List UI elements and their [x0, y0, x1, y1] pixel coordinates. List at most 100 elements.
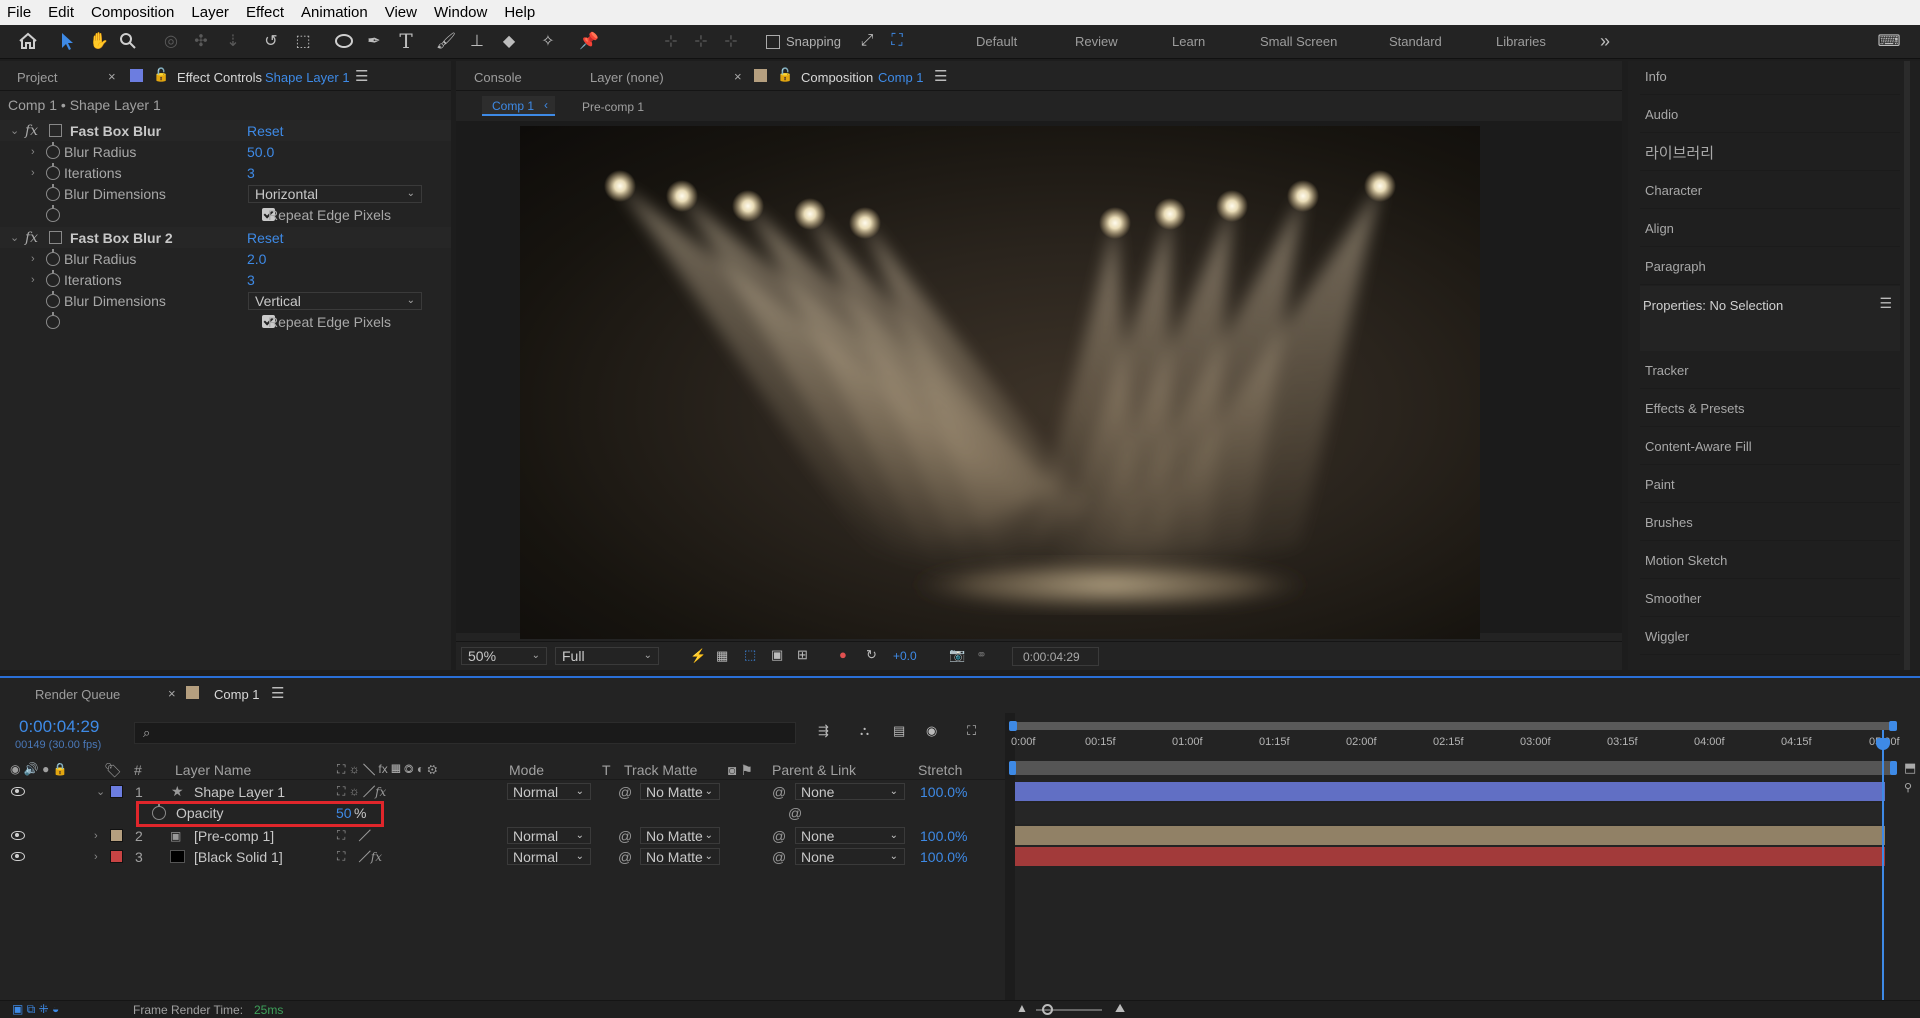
layer-duration-bar[interactable] [1015, 847, 1885, 866]
view-axis-icon[interactable]: ⊹ [720, 30, 742, 52]
fx-icon[interactable]: fx [25, 123, 38, 139]
parent-dropdown[interactable]: None ⌄ [795, 827, 905, 844]
menu-help[interactable]: Help [497, 4, 545, 21]
layer-mode-dropdown[interactable]: Normal ⌄ [507, 848, 591, 865]
property-value[interactable]: 3 [247, 272, 255, 288]
panel-smoother[interactable]: Smoother [1640, 580, 1900, 617]
property-value[interactable]: 50.0 [247, 144, 274, 160]
breadcrumb-comp-1[interactable]: Comp 1 ‹ [482, 96, 555, 116]
blur-dimensions-dropdown[interactable]: Horizontal ⌄ [248, 185, 422, 203]
roto-brush-tool-icon[interactable]: ✧ [537, 30, 559, 52]
ellipse-tool-icon[interactable] [333, 30, 355, 52]
layer-row[interactable]: › 3 [Black Solid 1] ⛶ ╱ fx Normal ⌄ @ No … [0, 846, 1000, 867]
resolution-dropdown[interactable]: Full ⌄ [555, 647, 659, 665]
panel-character[interactable]: Character [1640, 172, 1900, 209]
channels-icon[interactable]: ● [839, 647, 847, 662]
fx-icon[interactable]: fx [25, 230, 38, 246]
reset-link[interactable]: Reset [247, 123, 284, 139]
pen-tool-icon[interactable]: ✒ [363, 30, 385, 52]
tab-render-queue[interactable]: Render Queue [35, 687, 120, 702]
hand-tool-icon[interactable]: ✋ [88, 30, 110, 52]
type-tool-icon[interactable]: T [395, 29, 417, 53]
comp-marker-bin-icon[interactable]: ⬒ [1904, 760, 1916, 776]
menu-view[interactable]: View [378, 4, 427, 21]
panel-paint[interactable]: Paint [1640, 466, 1900, 503]
panel-menu-icon[interactable]: ☰ [934, 67, 947, 85]
zoom-tool-icon[interactable] [117, 30, 139, 52]
panel-effects-presets[interactable]: Effects & Presets [1640, 390, 1900, 427]
pan-behind-tool-icon[interactable]: ⬚ [292, 30, 314, 52]
composition-mini-flowchart-icon[interactable]: ⇶ [818, 723, 829, 739]
parent-dropdown[interactable]: None ⌄ [795, 848, 905, 865]
chevron-down-icon[interactable]: ⌄ [10, 231, 19, 244]
layer-duration-bar[interactable] [1015, 826, 1885, 845]
workspace-libraries[interactable]: Libraries [1496, 34, 1546, 49]
menu-effect[interactable]: Effect [239, 4, 294, 21]
parent-dropdown[interactable]: None ⌄ [795, 783, 905, 800]
layer-mode-dropdown[interactable]: Normal ⌄ [507, 783, 591, 800]
work-area-end-handle[interactable] [1889, 721, 1897, 731]
dolly-camera-icon[interactable]: ⇣ [222, 30, 244, 52]
pan-camera-icon[interactable]: ✣ [190, 30, 212, 52]
layer-row[interactable]: ⌄ 1 ★ Shape Layer 1 ⛶ ☼ ╱ fx Normal ⌄ @ N… [0, 781, 1000, 802]
toggle-layer-switches-icon[interactable]: ▣ ⧉ ⁜ ◒ [12, 1002, 59, 1017]
local-axis-icon[interactable]: ⊹ [660, 30, 682, 52]
snapshot-icon[interactable]: 📷 [949, 647, 965, 663]
show-snapshot-icon[interactable]: ⚭ [976, 647, 987, 663]
layer-switches[interactable]: ⛶ ╱ fx [337, 846, 382, 867]
viewer-timecode[interactable]: 0:00:04:29 [1012, 647, 1099, 666]
current-time-display[interactable]: 0:00:04:29 [19, 717, 99, 737]
menu-file[interactable]: File [0, 4, 41, 21]
layer-label-color[interactable] [110, 825, 123, 846]
more-workspaces-icon[interactable]: » [1594, 30, 1616, 52]
layer-chevron-right-icon[interactable]: › [94, 846, 98, 867]
mask-visibility-icon[interactable]: ⬚ [744, 647, 756, 663]
region-of-interest-icon[interactable]: ▣ [771, 647, 783, 663]
orbit-camera-icon[interactable]: ◎ [160, 30, 182, 52]
layer-name[interactable]: [Black Solid 1] [194, 846, 283, 867]
stopwatch-icon[interactable] [46, 269, 60, 287]
stopwatch-icon[interactable] [46, 162, 60, 180]
tab-project[interactable]: Project [17, 70, 57, 85]
time-navigator-bar[interactable] [1009, 761, 1897, 775]
work-area-start-handle[interactable] [1009, 721, 1017, 731]
layer-name[interactable]: Shape Layer 1 [194, 781, 285, 802]
layer-label-color[interactable] [110, 846, 123, 867]
tab-layer[interactable]: Layer (none) [590, 70, 664, 85]
layer-search-input[interactable]: ⌕ [134, 722, 796, 744]
zoom-in-mountain-icon[interactable]: ⛰ [1115, 1001, 1125, 1016]
effect-header[interactable]: ⌄ fx Fast Box Blur Reset [0, 120, 451, 141]
frame-blending-icon[interactable]: ◉ [926, 723, 937, 739]
fast-previews-icon[interactable]: ⚡ [690, 648, 706, 664]
workspace-learn[interactable]: Learn [1172, 34, 1205, 49]
brush-tool-icon[interactable]: 🖌 [435, 30, 457, 52]
workspace-review[interactable]: Review [1075, 34, 1118, 49]
expression-pickwhip-icon[interactable]: @ [788, 802, 802, 823]
stopwatch-icon[interactable] [46, 204, 60, 222]
world-axis-icon[interactable]: ⊹ [690, 30, 712, 52]
layer-duration-bar[interactable] [1015, 782, 1885, 801]
chevron-right-icon[interactable]: › [31, 167, 35, 179]
close-icon[interactable]: × [168, 686, 176, 701]
blur-dimensions-dropdown[interactable]: Vertical ⌄ [248, 292, 422, 310]
visibility-eye-icon[interactable] [11, 781, 25, 802]
stopwatch-icon[interactable] [46, 311, 60, 329]
close-icon[interactable]: × [734, 69, 742, 84]
panel-menu-icon[interactable]: ☰ [271, 684, 284, 702]
home-icon[interactable] [17, 30, 39, 52]
puppet-pin-tool-icon[interactable]: 📌 [578, 30, 600, 52]
property-value[interactable]: 3 [247, 165, 255, 181]
stopwatch-icon[interactable] [46, 141, 60, 159]
right-panel-scrollbar[interactable] [1904, 61, 1910, 670]
panel-audio[interactable]: Audio [1640, 96, 1900, 133]
menu-window[interactable]: Window [427, 4, 497, 21]
tab-effect-controls[interactable]: Effect Controls [177, 70, 262, 85]
layer-label-color[interactable] [110, 781, 123, 802]
snapping-checkbox[interactable] [766, 35, 780, 49]
lock-icon[interactable]: 🔓 [777, 67, 793, 83]
parent-pickwhip-icon[interactable]: @ [772, 825, 786, 846]
chevron-right-icon[interactable]: › [31, 274, 35, 286]
eraser-tool-icon[interactable]: ◆ [498, 30, 520, 52]
panel-brushes[interactable]: Brushes [1640, 504, 1900, 541]
time-ruler[interactable]: 0:00f 00:15f 01:00f 01:15f 02:00f 02:15f… [1011, 732, 1900, 756]
